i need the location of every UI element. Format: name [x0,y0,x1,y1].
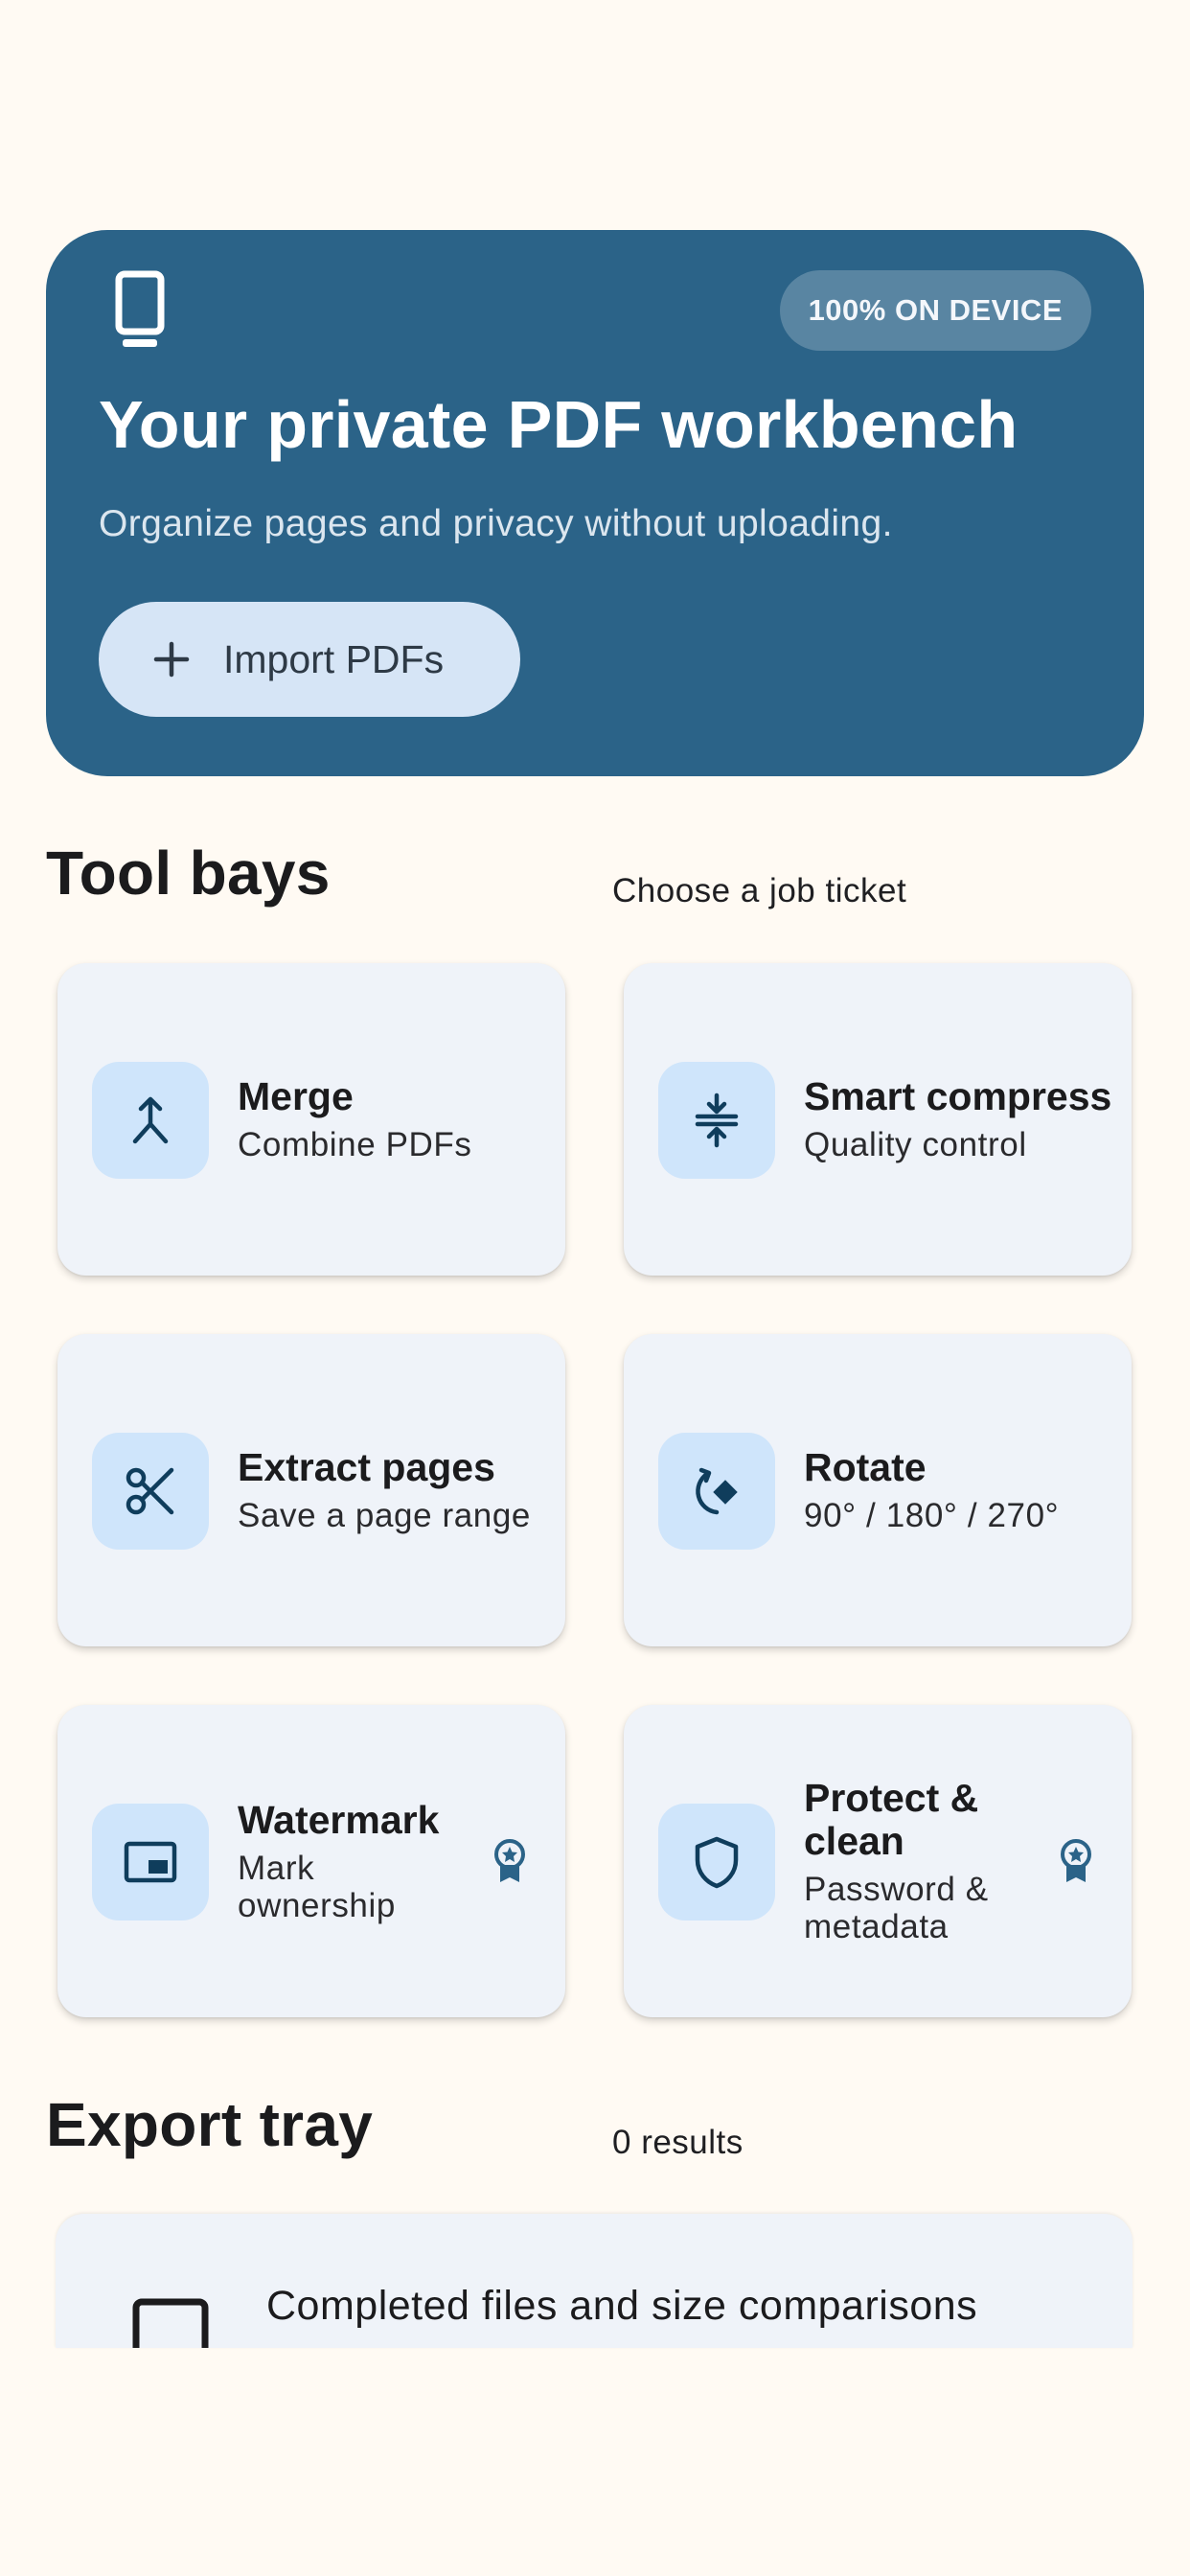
tool-card-smart-compress[interactable]: Smart compress Quality control [624,963,1132,1276]
tool-name: Watermark [238,1797,440,1842]
tool-card-merge[interactable]: Merge Combine PDFs [57,963,565,1276]
tool-bays-title: Tool bays [46,839,331,908]
tool-card-rotate[interactable]: Rotate 90° / 180° / 270° [624,1334,1132,1646]
tool-name: Merge [238,1074,354,1118]
tool-desc: Quality control [804,1126,1027,1163]
shield-icon-tile [658,1804,775,1920]
import-pdfs-label: Import PDFs [223,636,445,681]
premium-badge-icon [1061,1839,1091,1882]
tool-card-watermark[interactable]: Watermark Mark ownership [57,1705,565,2017]
tool-name: Rotate [804,1445,927,1489]
rotate-icon [696,1467,738,1515]
merge-icon-tile [92,1062,209,1179]
tool-desc: Password & metadata [804,1871,989,1945]
tool-desc: Combine PDFs [238,1126,472,1163]
hero-title: Your private PDF workbench [99,387,1018,462]
watermark-icon-tile [92,1804,209,1920]
export-tray-card: Completed files and size comparisons [56,2214,1133,2348]
premium-badge-icon [494,1839,525,1882]
tool-card-extract-pages[interactable]: Extract pages Save a page range [57,1334,565,1646]
plus-icon [153,641,190,678]
export-results-count: 0 results [612,2124,744,2161]
rotate-icon-tile [658,1433,775,1550]
watermark-icon [124,1841,177,1883]
tool-name: Smart compress [804,1074,1112,1118]
merge-icon [132,1096,169,1144]
tool-desc: Save a page range [238,1497,531,1534]
import-pdfs-button[interactable]: Import PDFs [99,602,520,717]
hero-subtitle: Organize pages and privacy without uploa… [99,503,893,544]
scissors-icon [126,1467,174,1515]
tool-desc: Mark ownership [238,1849,396,1924]
compress-icon [695,1092,739,1148]
compress-icon-tile [658,1062,775,1179]
tool-name: Extract pages [238,1445,495,1489]
tool-name: Protect & clean [804,1776,979,1863]
scissors-icon-tile [92,1433,209,1550]
hero-banner: 100% ON DEVICE Your private PDF workbenc… [46,230,1144,776]
shield-icon [695,1836,739,1889]
export-tray-title: Export tray [46,2090,374,2159]
tool-desc: 90° / 180° / 270° [804,1497,1060,1534]
smartphone-icon [115,270,165,347]
on-device-badge: 100% ON DEVICE [779,270,1091,351]
document-icon [132,2298,209,2348]
export-tray-caption: Completed files and size comparisons [266,2283,978,2329]
tool-card-protect-clean[interactable]: Protect & clean Password & metadata [624,1705,1132,2017]
tool-bays-subtitle: Choose a job ticket [612,872,907,909]
